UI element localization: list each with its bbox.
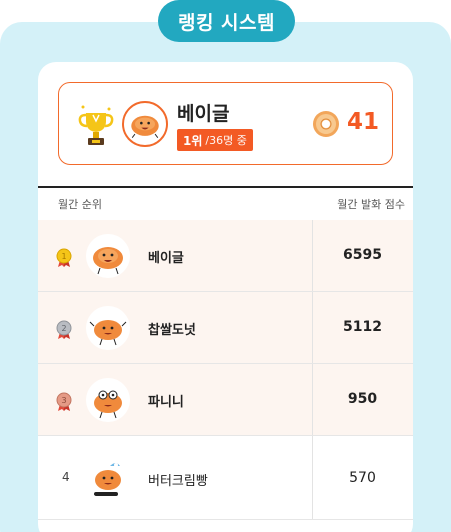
bagel-character-icon [93,247,123,275]
my-rank-total: /36명 중 [205,134,247,147]
rank-number: 4 [62,470,70,484]
table-row[interactable]: 4 버터크림빵 570 [38,436,413,520]
user-score: 5112 [343,319,382,335]
avatar [86,234,130,278]
column-header-rank: 월간 순위 [58,198,102,211]
ranking-list: 1 베이글 6595 2 찹쌀도넛 5112 3 파니니 950 4 버터크림빵… [38,220,413,520]
bronze-medal-icon: 3 [56,392,72,411]
my-rank-card[interactable]: 베이글 1위 /36명 중 41 [58,82,393,165]
avatar [86,306,130,350]
silver-medal-icon: 2 [56,320,72,339]
user-score: 570 [349,470,376,486]
gold-medal-icon: 1 [56,248,72,267]
user-name: 파니니 [148,395,184,410]
my-points: 41 [347,109,380,135]
my-rank: 1위 [183,133,203,148]
svg-text:1: 1 [61,252,66,261]
user-score: 6595 [343,247,382,263]
bagel-character-icon [131,115,159,138]
user-name: 버터크림빵 [148,474,208,489]
trophy-icon [78,105,114,145]
ranking-card: 베이글 1위 /36명 중 41 월간 순위 월간 발화 점수 1 베이글 65… [38,62,413,532]
page-title: 랭킹 시스템 [158,0,295,42]
svg-text:2: 2 [61,324,66,333]
column-header-score: 월간 발화 점수 [337,198,405,211]
avatar [86,456,130,500]
donut-character-icon [89,320,127,346]
my-rank-badge: 1위 /36명 중 [177,129,253,151]
user-score: 950 [347,391,378,407]
avatar [86,378,130,422]
table-row[interactable]: 1 베이글 6595 [38,220,413,292]
panini-character-icon [94,390,122,419]
user-name: 베이글 [148,251,184,266]
user-name: 찹쌀도넛 [148,323,196,338]
table-row[interactable]: 2 찹쌀도넛 5112 [38,292,413,364]
table-row[interactable]: 3 파니니 950 [38,364,413,436]
ranking-page: 랭킹 시스템 베이글 1위 /36명 중 41 월간 순위 월간 발화 점수 1… [0,0,451,532]
svg-text:3: 3 [61,396,66,405]
donut-icon [313,111,339,137]
bread-character-icon [94,463,121,496]
my-name: 베이글 [177,103,230,125]
my-avatar [122,101,168,147]
header-divider [38,186,413,188]
